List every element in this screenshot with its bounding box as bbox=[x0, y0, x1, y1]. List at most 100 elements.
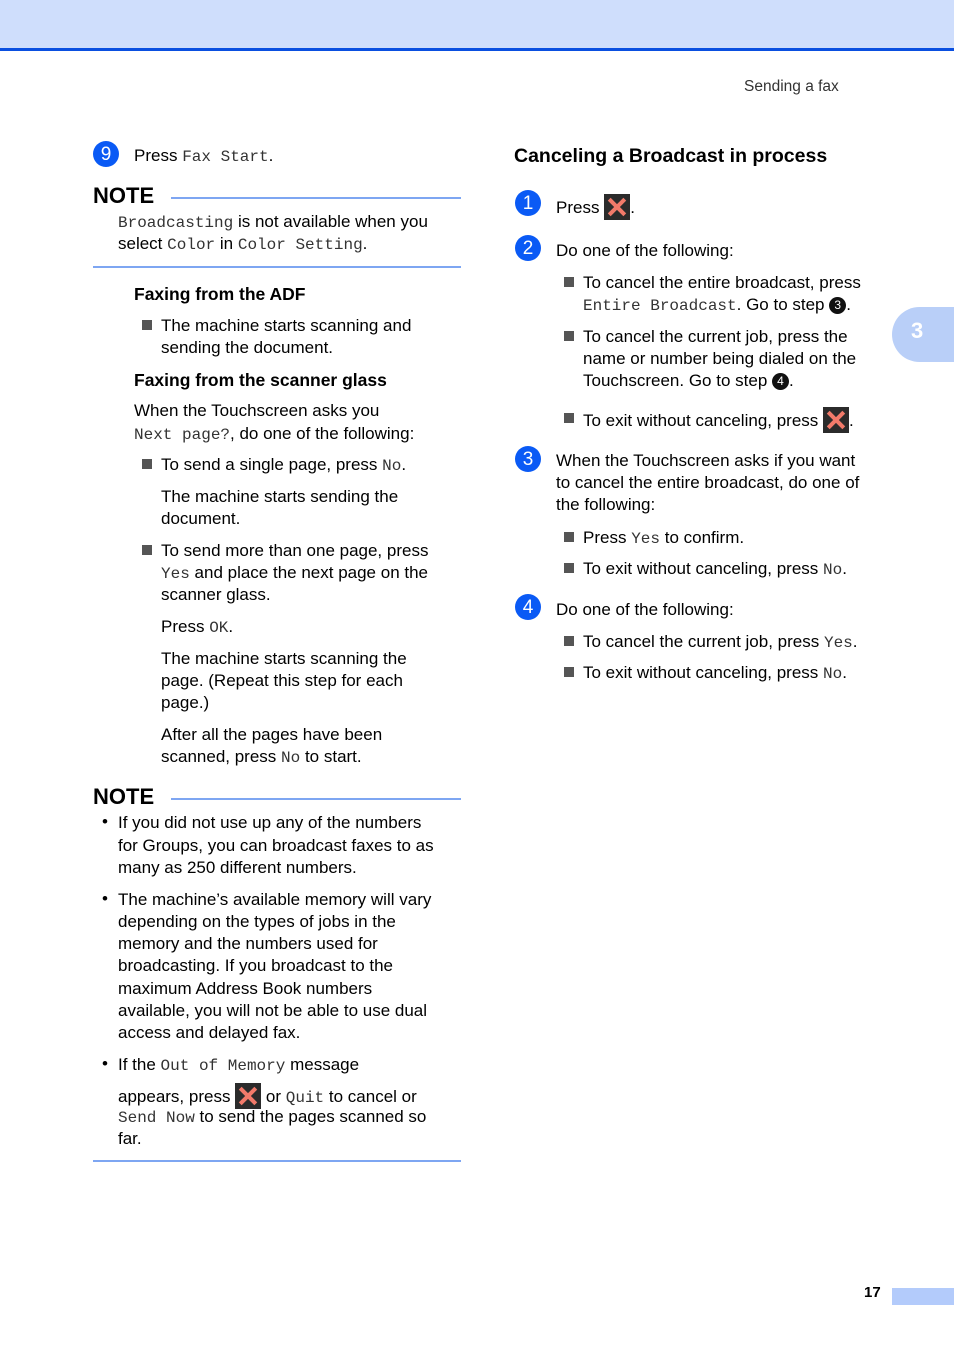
bullet-square bbox=[564, 277, 574, 287]
note2-item3-l3: Send Now to send the pages scanned so bbox=[118, 1106, 426, 1129]
bullet-square bbox=[142, 320, 152, 330]
step-ref-3[interactable]: 3 bbox=[829, 297, 847, 314]
cancel-x-icon bbox=[604, 194, 631, 220]
note2-item2-l1: The machine’s available memory will vary bbox=[118, 890, 432, 909]
note2-item2-l2: depending on the types of jobs in the bbox=[118, 912, 396, 931]
section-heading: Canceling a Broadcast in process bbox=[514, 145, 828, 167]
s2-b1-l1: To cancel the entire broadcast, press bbox=[583, 273, 861, 292]
bullet-dot: • bbox=[102, 1054, 108, 1073]
note2-item3-l4: far. bbox=[118, 1129, 142, 1148]
bullet-square bbox=[564, 563, 574, 573]
bullet-square bbox=[564, 667, 574, 677]
bullet-square bbox=[564, 532, 574, 542]
after-l2: scanned, press No to start. bbox=[161, 746, 362, 769]
text: select bbox=[118, 234, 168, 253]
step-badge-9: 9 bbox=[93, 141, 119, 167]
note2-item3-l1: If the Out of Memory message bbox=[118, 1054, 359, 1077]
code: Color Setting bbox=[237, 236, 363, 254]
glass-intro-l1: When the Touchscreen asks you bbox=[134, 401, 380, 420]
note2-item1-l1: If you did not use up any of the numbers bbox=[118, 813, 422, 832]
step-2-text: Do one of the following: bbox=[556, 241, 734, 260]
text: . bbox=[401, 455, 407, 474]
text: , do one of the following: bbox=[230, 424, 415, 443]
note2-item2-l7: access and delayed fax. bbox=[118, 1023, 301, 1042]
code: Out of Memory bbox=[160, 1057, 286, 1075]
note-title: NOTE bbox=[93, 784, 155, 809]
scan-l1: The machine starts scanning the bbox=[161, 649, 407, 668]
note-rule bbox=[93, 266, 461, 268]
s3-l3: the following: bbox=[556, 495, 656, 514]
chapter-tab: 3 bbox=[892, 307, 954, 362]
s2-b3: To exit without canceling, press . bbox=[583, 407, 854, 433]
s4-b1: To cancel the current job, press Yes. bbox=[583, 631, 858, 654]
text: Press bbox=[583, 528, 632, 547]
glass-b1: To send a single page, press No. bbox=[161, 454, 406, 477]
s2-b2-l1: To cancel the current job, press the bbox=[583, 327, 848, 346]
s4-text: Do one of the following: bbox=[556, 600, 734, 619]
page-number: 17 bbox=[864, 1284, 881, 1301]
code: Next page? bbox=[134, 426, 231, 444]
text: If the bbox=[118, 1055, 161, 1074]
text: or bbox=[261, 1087, 286, 1106]
after-l1: After all the pages have been bbox=[161, 725, 383, 744]
step-1-text: Press . bbox=[556, 194, 635, 220]
adf-bullet-l2: sending the document. bbox=[161, 338, 334, 357]
code: Send Now bbox=[118, 1109, 195, 1127]
code: No bbox=[823, 561, 843, 579]
text: To exit without canceling, press bbox=[583, 411, 824, 430]
text: . bbox=[630, 198, 635, 217]
text: . bbox=[842, 663, 847, 682]
text: to send the pages scanned so bbox=[194, 1107, 427, 1126]
text: . bbox=[846, 295, 851, 314]
text: . bbox=[849, 411, 854, 430]
s2-b2-l3: Touchscreen. Go to step 4. bbox=[583, 370, 794, 392]
glass-b2-l2: Yes and place the next page on the bbox=[161, 562, 428, 585]
text: to cancel or bbox=[324, 1087, 417, 1106]
step-badge-2: 2 bbox=[515, 235, 541, 261]
text: . Go to step bbox=[736, 295, 830, 314]
adf-bullet-l1: The machine starts scanning and bbox=[161, 316, 412, 335]
note2-item1-l2: for Groups, you can broadcast faxes to a… bbox=[118, 836, 434, 855]
step-badge-3: 3 bbox=[515, 446, 541, 472]
header-band bbox=[0, 0, 954, 51]
scan-l3: page.) bbox=[161, 693, 210, 712]
text: . bbox=[789, 371, 794, 390]
note-rule bbox=[171, 798, 461, 800]
cancel-x-icon bbox=[823, 407, 850, 433]
code: Color bbox=[167, 236, 216, 254]
bullet-square bbox=[564, 331, 574, 341]
text: . bbox=[362, 234, 368, 253]
s2-b2-l2: name or number being dialed on the bbox=[583, 349, 857, 368]
note-rule bbox=[171, 197, 461, 199]
step-9-text: Press Fax Start. bbox=[134, 145, 273, 168]
glass-b2-l1: To send more than one page, press bbox=[161, 541, 429, 560]
s3-b2: To exit without canceling, press No. bbox=[583, 558, 847, 581]
code: Yes bbox=[823, 634, 853, 652]
text: Press bbox=[556, 198, 605, 217]
code: No bbox=[382, 457, 402, 475]
step-badge-4: 4 bbox=[515, 594, 541, 620]
s4-b2: To exit without canceling, press No. bbox=[583, 662, 847, 685]
glass-b1-p1: The machine starts sending the bbox=[161, 487, 399, 506]
code: Broadcasting bbox=[118, 214, 234, 232]
text: appears, press bbox=[118, 1087, 236, 1106]
text: To cancel the current job, press bbox=[583, 632, 824, 651]
code: OK bbox=[209, 619, 229, 637]
step-ref-4[interactable]: 4 bbox=[772, 373, 789, 390]
code: Yes bbox=[161, 565, 190, 583]
text: Touchscreen. Go to step bbox=[583, 371, 772, 390]
text: and place the next page on the bbox=[189, 563, 429, 582]
text: Press bbox=[134, 146, 183, 165]
bullet-dot: • bbox=[102, 889, 108, 908]
code: Quit bbox=[285, 1089, 325, 1107]
text: To exit without canceling, press bbox=[583, 663, 824, 682]
bullet-square bbox=[142, 459, 152, 469]
s3-l1: When the Touchscreen asks if you want bbox=[556, 451, 856, 470]
adf-heading: Faxing from the ADF bbox=[134, 284, 306, 304]
text: . bbox=[842, 559, 847, 578]
note-title: NOTE bbox=[93, 183, 155, 208]
note2-item2-l4: broadcasting. If you broadcast to the bbox=[118, 956, 394, 975]
note2-item2-l3: memory and the numbers used for bbox=[118, 934, 378, 953]
bullet-square bbox=[142, 545, 152, 555]
note2-item1-l3: many as 250 different numbers. bbox=[118, 858, 357, 877]
